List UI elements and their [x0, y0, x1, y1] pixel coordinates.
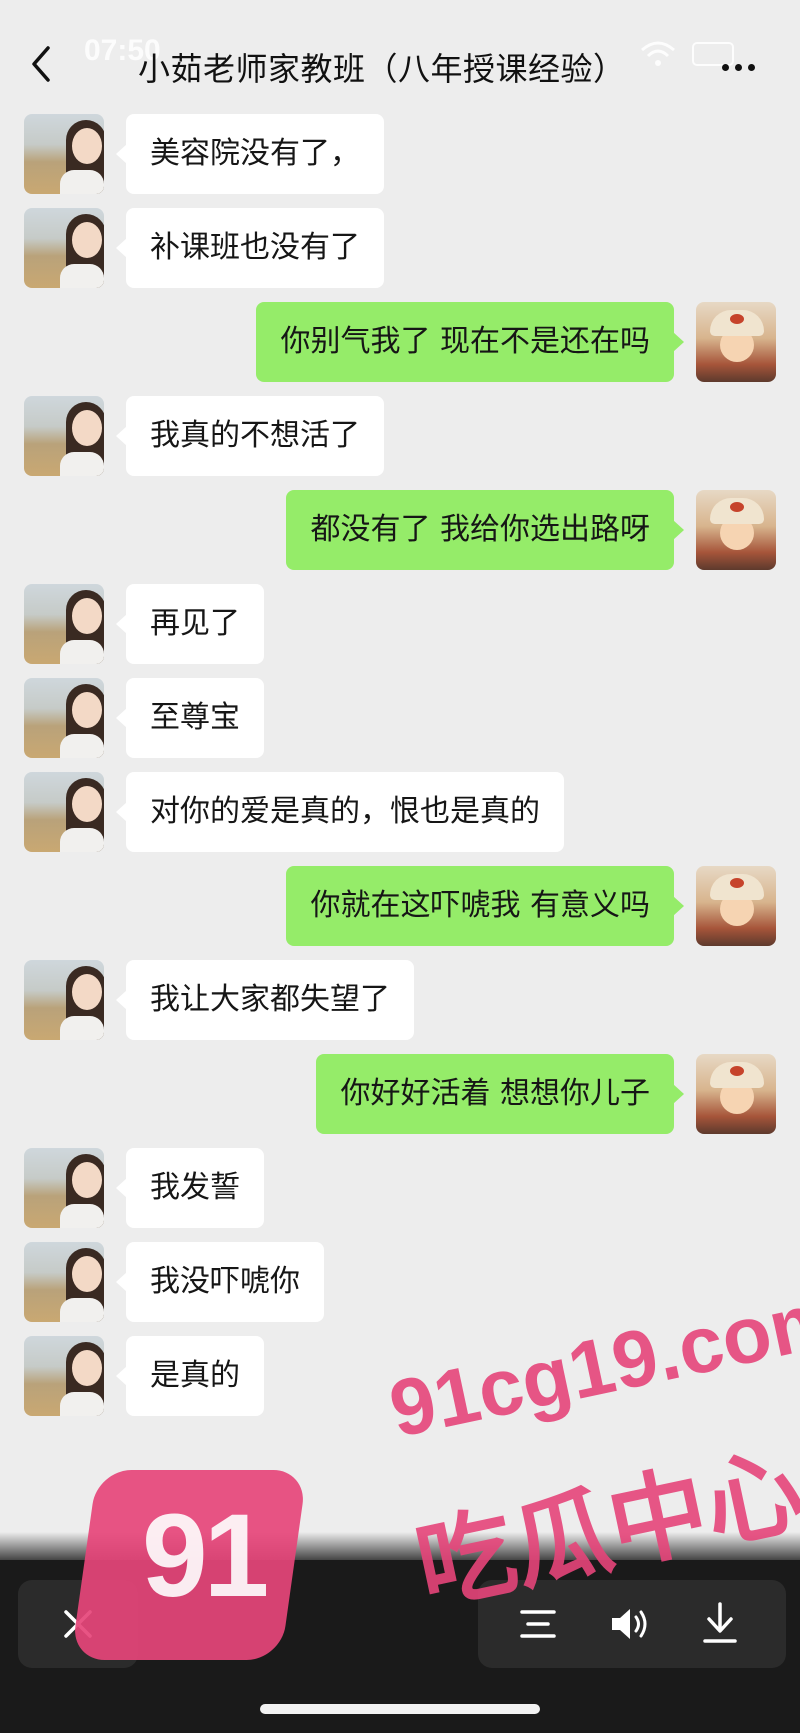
message-bubble[interactable]: 至尊宝 [116, 678, 264, 758]
chat-header: 07:50 小茹老师家教班（八年授课经验） [0, 0, 800, 110]
message-bubble[interactable]: 对你的爱是真的，恨也是真的 [116, 772, 564, 852]
message-bubble[interactable]: 是真的 [116, 1336, 264, 1416]
download-icon[interactable] [700, 1600, 740, 1646]
watermark-number: 91 [142, 1490, 269, 1622]
message-bubble[interactable]: 你好好活着 想想你儿子 [316, 1054, 684, 1134]
home-indicator[interactable] [260, 1704, 540, 1714]
volume-icon[interactable] [608, 1604, 652, 1644]
contact-avatar[interactable] [24, 208, 104, 288]
my-avatar[interactable] [696, 1054, 776, 1134]
message-bubble[interactable]: 再见了 [116, 584, 264, 664]
received-message: 我让大家都失望了 [0, 958, 800, 1040]
contact-avatar[interactable] [24, 1336, 104, 1416]
contact-avatar[interactable] [24, 772, 104, 852]
received-message: 至尊宝 [0, 676, 800, 758]
more-dots-icon[interactable] [722, 56, 762, 71]
message-bubble[interactable]: 你别气我了 现在不是还在吗 [256, 302, 684, 382]
message-bubble[interactable]: 我发誓 [116, 1148, 264, 1228]
contact-avatar[interactable] [24, 1148, 104, 1228]
my-avatar[interactable] [696, 302, 776, 382]
sent-message: 都没有了 我给你选出路呀 [0, 488, 800, 570]
chevron-left-icon[interactable] [26, 42, 58, 86]
message-bubble[interactable]: 补课班也没有了 [116, 208, 384, 288]
contact-avatar[interactable] [24, 396, 104, 476]
received-message: 再见了 [0, 582, 800, 664]
received-message: 对你的爱是真的，恨也是真的 [0, 770, 800, 852]
contact-avatar[interactable] [24, 960, 104, 1040]
received-message: 我真的不想活了 [0, 394, 800, 476]
contact-avatar[interactable] [24, 584, 104, 664]
sent-message: 你就在这吓唬我 有意义吗 [0, 864, 800, 946]
sent-message: 你好好活着 想想你儿子 [0, 1052, 800, 1134]
wifi-icon [641, 41, 675, 66]
message-bubble[interactable]: 我没吓唬你 [116, 1242, 324, 1322]
received-message: 美容院没有了， [0, 112, 800, 194]
contact-avatar[interactable] [24, 1242, 104, 1322]
my-avatar[interactable] [696, 490, 776, 570]
message-bubble[interactable]: 都没有了 我给你选出路呀 [286, 490, 684, 570]
contact-avatar[interactable] [24, 114, 104, 194]
list-icon[interactable] [518, 1606, 558, 1642]
message-bubble[interactable]: 我让大家都失望了 [116, 960, 414, 1040]
message-bubble[interactable]: 美容院没有了， [116, 114, 384, 194]
sent-message: 你别气我了 现在不是还在吗 [0, 300, 800, 382]
message-bubble[interactable]: 你就在这吓唬我 有意义吗 [286, 866, 684, 946]
received-message: 我发誓 [0, 1146, 800, 1228]
chat-title: 小茹老师家教班（八年授课经验） [138, 50, 626, 88]
my-avatar[interactable] [696, 866, 776, 946]
message-bubble[interactable]: 我真的不想活了 [116, 396, 384, 476]
received-message: 补课班也没有了 [0, 206, 800, 288]
contact-avatar[interactable] [24, 678, 104, 758]
